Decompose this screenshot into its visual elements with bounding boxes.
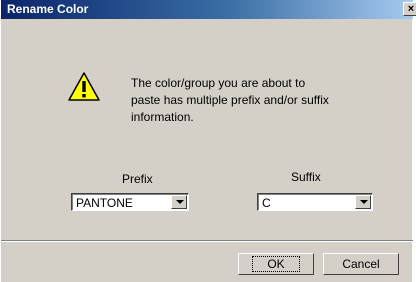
cancel-button-label: Cancel xyxy=(342,257,380,271)
separator xyxy=(1,240,413,242)
message-text: The color/group you are about to paste h… xyxy=(131,76,329,124)
warning-icon xyxy=(68,72,100,101)
ok-button[interactable]: OK xyxy=(238,253,314,275)
chevron-down-icon[interactable] xyxy=(355,195,371,209)
ok-button-label: OK xyxy=(252,256,300,272)
title-bar[interactable]: Rename Color × xyxy=(1,0,416,19)
suffix-value: C xyxy=(262,196,271,210)
close-icon: × xyxy=(407,3,415,15)
prefix-select[interactable]: PANTONE xyxy=(71,193,189,211)
rename-color-dialog: Rename Color × The color/group you are a… xyxy=(0,0,416,282)
close-button[interactable]: × xyxy=(403,2,416,16)
prefix-value: PANTONE xyxy=(76,196,133,210)
cancel-button[interactable]: Cancel xyxy=(323,253,399,275)
prefix-label: Prefix xyxy=(122,172,153,186)
suffix-label: Suffix xyxy=(291,170,321,184)
chevron-down-icon[interactable] xyxy=(171,195,187,209)
suffix-select[interactable]: C xyxy=(257,193,373,211)
window-title: Rename Color xyxy=(7,2,89,16)
